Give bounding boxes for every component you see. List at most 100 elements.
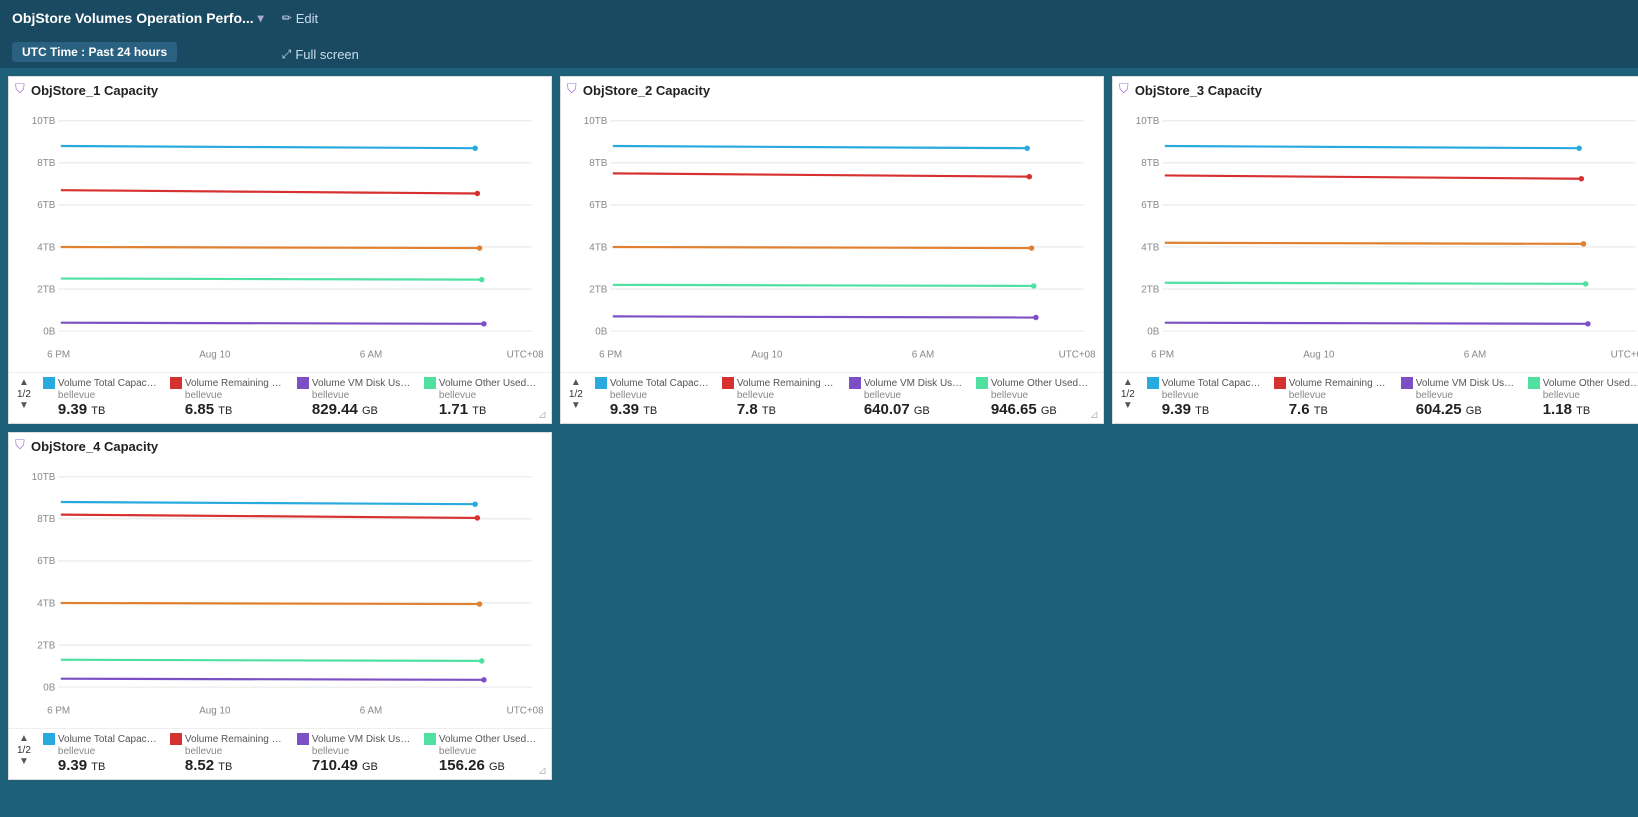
- metric-group-2: Volume VM Disk Used ... bellevue604.25 G…: [1397, 377, 1520, 419]
- metric-color-swatch: [170, 377, 182, 389]
- panel-panel3: ⛉ObjStore_3 Capacity10TB8TB6TB4TB2TB0B6 …: [1112, 76, 1638, 424]
- metric-value: 946.65 GB: [991, 401, 1091, 419]
- panel-title-panel3: ObjStore_3 Capacity: [1113, 77, 1638, 102]
- panel-footer-panel2: ▲ 1/2 ▼ Volume Total Capacit... bellevue…: [561, 372, 1103, 423]
- metric-group-3: Volume Other Used Ca... bellevue946.65 G…: [972, 377, 1095, 419]
- page-num: 1/2: [1121, 389, 1135, 400]
- page-num: 1/2: [17, 745, 31, 756]
- metric-label-text: Volume Other Used Ca...: [991, 378, 1091, 389]
- chart-svg: 10TB8TB6TB4TB2TB0B6 PMAug 106 AMUTC+08:0…: [17, 462, 543, 726]
- metric-sub-label: bellevue: [610, 390, 710, 401]
- metric-label-row: Volume VM Disk Used ...: [297, 377, 412, 389]
- page-up-btn[interactable]: ▲: [571, 377, 581, 389]
- metric-unit: GB: [362, 761, 378, 773]
- svg-text:UTC+08:00: UTC+08:00: [1610, 349, 1638, 360]
- metric-label-text: Volume Total Capacit...: [610, 378, 710, 389]
- svg-text:4TB: 4TB: [37, 598, 56, 609]
- svg-text:10TB: 10TB: [32, 472, 56, 483]
- page-down-btn[interactable]: ▼: [1123, 400, 1133, 412]
- metric-color-swatch: [976, 377, 988, 389]
- fullscreen-btn[interactable]: ⤢Full screen: [272, 36, 369, 72]
- metric-value: 1.71 TB: [439, 401, 539, 419]
- panel-panel2: ⛉ObjStore_2 Capacity10TB8TB6TB4TB2TB0B6 …: [560, 76, 1104, 424]
- metric-color-swatch: [1528, 377, 1540, 389]
- page-indicator: ▲ 1/2 ▼: [17, 733, 31, 768]
- metric-unit: TB: [1314, 405, 1328, 417]
- metric-label-text: Volume Remaining Cap...: [185, 378, 285, 389]
- svg-text:6 PM: 6 PM: [599, 349, 622, 360]
- page-down-btn[interactable]: ▼: [19, 400, 29, 412]
- metric-value: 1.18 TB: [1543, 401, 1638, 419]
- title-text: ObjStore Volumes Operation Perfo...: [12, 10, 254, 26]
- panel-resize-handle[interactable]: ⊿: [538, 408, 547, 421]
- page-indicator: ▲ 1/2 ▼: [569, 377, 583, 412]
- page-down-btn[interactable]: ▼: [19, 756, 29, 768]
- metric-unit: TB: [91, 761, 105, 773]
- svg-text:10TB: 10TB: [1136, 116, 1160, 127]
- metric-unit: TB: [1195, 405, 1209, 417]
- metric-group-3: Volume Other Used Ca... bellevue1.71 TB: [420, 377, 543, 419]
- page-down-btn[interactable]: ▼: [571, 400, 581, 412]
- page-up-btn[interactable]: ▲: [1123, 377, 1133, 389]
- metric-color-swatch: [595, 377, 607, 389]
- svg-text:UTC+08:00: UTC+08:00: [507, 705, 543, 716]
- panel-title-panel4: ObjStore_4 Capacity: [9, 433, 551, 458]
- metric-sub-label: bellevue: [737, 390, 837, 401]
- metric-value: 829.44 GB: [312, 401, 412, 419]
- filter-icon[interactable]: ⛉: [15, 437, 25, 453]
- metric-label-text: Volume Remaining Cap...: [1289, 378, 1389, 389]
- metric-value: 7.8 TB: [737, 401, 837, 419]
- svg-text:UTC+08:00: UTC+08:00: [1059, 349, 1095, 360]
- metric-color-swatch: [424, 733, 436, 745]
- time-range-badge[interactable]: UTC Time : Past 24 hours: [12, 42, 177, 62]
- svg-text:6 AM: 6 AM: [360, 705, 382, 716]
- title-chevron-icon[interactable]: ▾: [258, 11, 264, 25]
- fullscreen-btn-icon: ⤢: [282, 47, 292, 62]
- chart-area-panel3: 10TB8TB6TB4TB2TB0B6 PMAug 106 AMUTC+08:0…: [1113, 102, 1638, 372]
- filter-icon[interactable]: ⛉: [1119, 81, 1129, 97]
- metric-sub-label: bellevue: [312, 390, 412, 401]
- metric-unit: GB: [362, 405, 378, 417]
- svg-text:4TB: 4TB: [37, 242, 56, 253]
- metric-group-2: Volume VM Disk Used ... bellevue640.07 G…: [845, 377, 968, 419]
- filter-icon[interactable]: ⛉: [15, 81, 25, 97]
- svg-text:Aug 10: Aug 10: [751, 349, 783, 360]
- time-prefix: UTC Time :: [22, 45, 88, 59]
- metric-sub-label: bellevue: [1543, 390, 1638, 401]
- edit-btn[interactable]: ✏Edit: [272, 0, 328, 36]
- metric-sub-label: bellevue: [439, 390, 539, 401]
- metric-label-text: Volume Total Capacit...: [58, 734, 158, 745]
- svg-text:8TB: 8TB: [37, 514, 56, 525]
- filter-icon[interactable]: ⛉: [567, 81, 577, 97]
- panel-footer-panel3: ▲ 1/2 ▼ Volume Total Capacit... bellevue…: [1113, 372, 1638, 423]
- dashboard-title: ObjStore Volumes Operation Perfo... ▾: [12, 10, 264, 26]
- metric-unit: GB: [489, 761, 505, 773]
- svg-text:2TB: 2TB: [37, 640, 56, 651]
- metric-group-0: Volume Total Capacit... bellevue9.39 TB: [39, 377, 162, 419]
- panel-resize-handle[interactable]: ⊿: [1090, 408, 1099, 421]
- svg-text:8TB: 8TB: [1141, 158, 1160, 169]
- page-up-btn[interactable]: ▲: [19, 377, 29, 389]
- panel-panel1: ⛉ObjStore_1 Capacity10TB8TB6TB4TB2TB0B6 …: [8, 76, 552, 424]
- metric-color-swatch: [43, 733, 55, 745]
- metric-group-3: Volume Other Used Ca... bellevue156.26 G…: [420, 733, 543, 775]
- metric-sub-label: bellevue: [185, 746, 285, 757]
- svg-text:Aug 10: Aug 10: [1303, 349, 1335, 360]
- metric-value: 156.26 GB: [439, 757, 539, 775]
- edit-btn-icon: ✏: [282, 11, 292, 25]
- svg-text:6 AM: 6 AM: [1464, 349, 1486, 360]
- metric-group-0: Volume Total Capacit... bellevue9.39 TB: [1143, 377, 1266, 419]
- metric-value: 6.85 TB: [185, 401, 285, 419]
- metric-group-3: Volume Other Used Ca... bellevue1.18 TB: [1524, 377, 1638, 419]
- page-up-btn[interactable]: ▲: [19, 733, 29, 745]
- metric-unit: GB: [1041, 405, 1057, 417]
- page-num: 1/2: [17, 389, 31, 400]
- metric-label-row: Volume Other Used Ca...: [424, 733, 539, 745]
- svg-text:2TB: 2TB: [37, 284, 56, 295]
- metric-label-row: Volume Total Capacit...: [43, 733, 158, 745]
- metric-label-text: Volume Other Used Ca...: [439, 378, 539, 389]
- metric-value: 9.39 TB: [610, 401, 710, 419]
- page-num: 1/2: [569, 389, 583, 400]
- metric-sub-label: bellevue: [58, 390, 158, 401]
- panel-resize-handle[interactable]: ⊿: [538, 764, 547, 777]
